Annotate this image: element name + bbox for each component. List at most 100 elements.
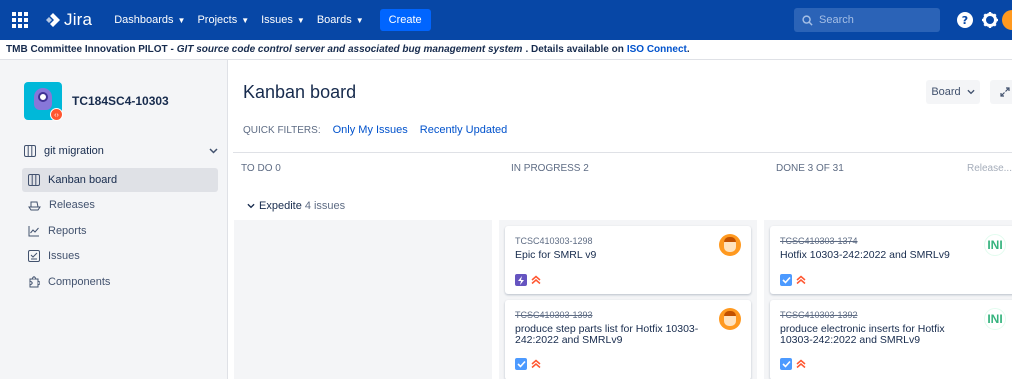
svg-text:?: ? [962, 14, 968, 27]
nav-issues[interactable]: Issues ▼ [261, 14, 305, 26]
main-content: Kanban board Board QUICK FILTERS: Only M… [229, 60, 1012, 379]
column-todo [234, 220, 492, 379]
search-placeholder: Search [819, 14, 854, 26]
nav-dashboards[interactable]: Dashboards ▼ [114, 14, 185, 26]
sidebar-item-label: Reports [48, 225, 87, 237]
issue-key[interactable]: TCSC410303-1298 [515, 236, 593, 246]
card-meta [515, 274, 541, 286]
app-switcher-button[interactable] [0, 0, 40, 40]
sidebar: ‹› TC184SC4-10303 git migration Kanban b… [0, 60, 228, 379]
column-header-in-progress: IN PROGRESS 2 [503, 153, 763, 183]
gear-icon[interactable] [980, 10, 1000, 30]
board-menu-button[interactable]: Board [926, 80, 980, 104]
issue-key[interactable]: TCSC410303-1374 [780, 236, 858, 246]
create-button[interactable]: Create [379, 9, 431, 31]
filter-recently-updated[interactable]: Recently Updated [420, 124, 507, 136]
release-link[interactable]: Release... [967, 163, 1012, 174]
code-badge-icon: ‹› [50, 108, 63, 121]
swimlane-name: Expedite [259, 200, 302, 212]
column-title: DONE 3 OF 31 [776, 162, 844, 174]
expand-button[interactable] [990, 80, 1012, 104]
priority-highest-icon [796, 359, 806, 369]
top-navigation: Jira Dashboards ▼ Projects ▼ Issues ▼ Board… [0, 0, 1012, 40]
search-input[interactable]: Search [794, 8, 940, 32]
sidebar-item-label: Issues [48, 250, 80, 262]
column-header-done: DONE 3 OF 31 Release... [768, 153, 1012, 183]
banner-link[interactable]: ISO Connect [627, 44, 687, 55]
board-column-headers: TO DO 0 IN PROGRESS 2 DONE 3 OF 31 Relea… [233, 152, 1012, 183]
task-icon [780, 358, 792, 370]
column-header-todo: TO DO 0 [233, 153, 497, 183]
nav-projects[interactable]: Projects ▼ [197, 14, 249, 26]
assignee-avatar[interactable]: INI [984, 234, 1006, 256]
column-title: IN PROGRESS 2 [511, 162, 589, 174]
issue-card[interactable]: TCSC410303-1392 produce electronic inser… [770, 300, 1012, 379]
chevron-down-icon [967, 89, 975, 95]
swimlane-count: 4 issues [304, 200, 346, 212]
quick-filters-label: QUICK FILTERS: [243, 124, 321, 136]
board-name: git migration [44, 145, 104, 157]
column-in-progress: TCSC410303-1298 Epic for SMRL v9 TCSC410… [499, 220, 757, 379]
issue-summary: Epic for SMRL v9 [515, 249, 597, 261]
nav-projects-label: Projects [197, 14, 238, 26]
chevron-down-icon: ▼ [177, 15, 186, 25]
card-meta [515, 358, 541, 370]
sidebar-item-label: Components [48, 276, 111, 288]
issue-card[interactable]: TCSC410303-1298 Epic for SMRL v9 [505, 226, 751, 294]
column-title: TO DO 0 [241, 162, 281, 174]
nav-issues-label: Issues [261, 14, 293, 26]
puzzle-icon [29, 276, 40, 288]
sidebar-item-releases[interactable]: Releases [22, 193, 218, 217]
quick-filters: QUICK FILTERS: Only My Issues Recently U… [243, 124, 507, 136]
project-name: TC184SC4-10303 [72, 94, 169, 108]
issue-summary: produce electronic inserts for Hotfix 10… [780, 323, 945, 346]
issue-key[interactable]: TCSC410303-1393 [515, 310, 593, 320]
project-avatar: ‹› [24, 82, 63, 121]
banner-end: . [686, 44, 690, 55]
assignee-avatar[interactable] [719, 308, 741, 330]
expand-icon [1000, 87, 1010, 97]
issue-summary: Hotfix 10303-242:2022 and SMRLv9 [780, 249, 950, 261]
priority-highest-icon [531, 359, 541, 369]
column-done: TCSC410303-1374 Hotfix 10303-242:2022 an… [764, 220, 1012, 379]
sidebar-item-issues[interactable]: Issues [22, 244, 218, 268]
assignee-avatar[interactable]: INI [984, 308, 1006, 330]
sidebar-item-components[interactable]: Components [22, 270, 218, 294]
nav-boards[interactable]: Boards ▼ [317, 14, 364, 26]
task-icon [780, 274, 792, 286]
sidebar-item-label: Releases [49, 199, 95, 211]
issues-icon [28, 250, 40, 262]
jira-logo[interactable]: Jira [46, 10, 92, 30]
filter-only-my-issues[interactable]: Only My Issues [333, 124, 408, 136]
user-avatar[interactable] [1002, 10, 1012, 30]
help-icon[interactable]: ? [955, 10, 975, 30]
board-selector[interactable]: git migration [24, 142, 218, 160]
nav-boards-label: Boards [316, 14, 352, 26]
banner-suffix: . Details available on [525, 44, 624, 55]
chevron-down-icon [209, 148, 218, 154]
chevron-down-icon: ▼ [355, 15, 364, 25]
sidebar-item-kanban-board[interactable]: Kanban board [22, 168, 218, 192]
board-icon [24, 145, 36, 157]
search-icon [802, 14, 813, 26]
priority-highest-icon [531, 275, 541, 285]
jira-icon [46, 13, 60, 27]
issue-summary: produce step parts list for Hotfix 10303… [515, 323, 699, 346]
chevron-down-icon: ▼ [241, 15, 250, 25]
swimlane-expedite[interactable]: Expedite 4 issues [247, 200, 345, 212]
assignee-avatar[interactable] [719, 234, 741, 256]
announcement-banner: TMB Committee Innovation PILOT - GIT sou… [0, 40, 1012, 60]
nav-dashboards-label: Dashboards [114, 14, 174, 26]
card-meta [780, 274, 806, 286]
sidebar-item-reports[interactable]: Reports [22, 219, 218, 243]
banner-italic: GIT source code control server and assoc… [176, 44, 523, 55]
chevron-down-icon: ▼ [296, 15, 305, 25]
task-icon [515, 358, 527, 370]
issue-card[interactable]: TCSC410303-1393 produce step parts list … [505, 300, 751, 379]
issue-key[interactable]: TCSC410303-1392 [780, 310, 858, 320]
issue-card[interactable]: TCSC410303-1374 Hotfix 10303-242:2022 an… [770, 226, 1012, 294]
board-button-label: Board [931, 86, 961, 98]
project-header[interactable]: ‹› TC184SC4-10303 [24, 82, 169, 121]
chart-icon [28, 226, 39, 237]
grid-icon [12, 12, 28, 28]
